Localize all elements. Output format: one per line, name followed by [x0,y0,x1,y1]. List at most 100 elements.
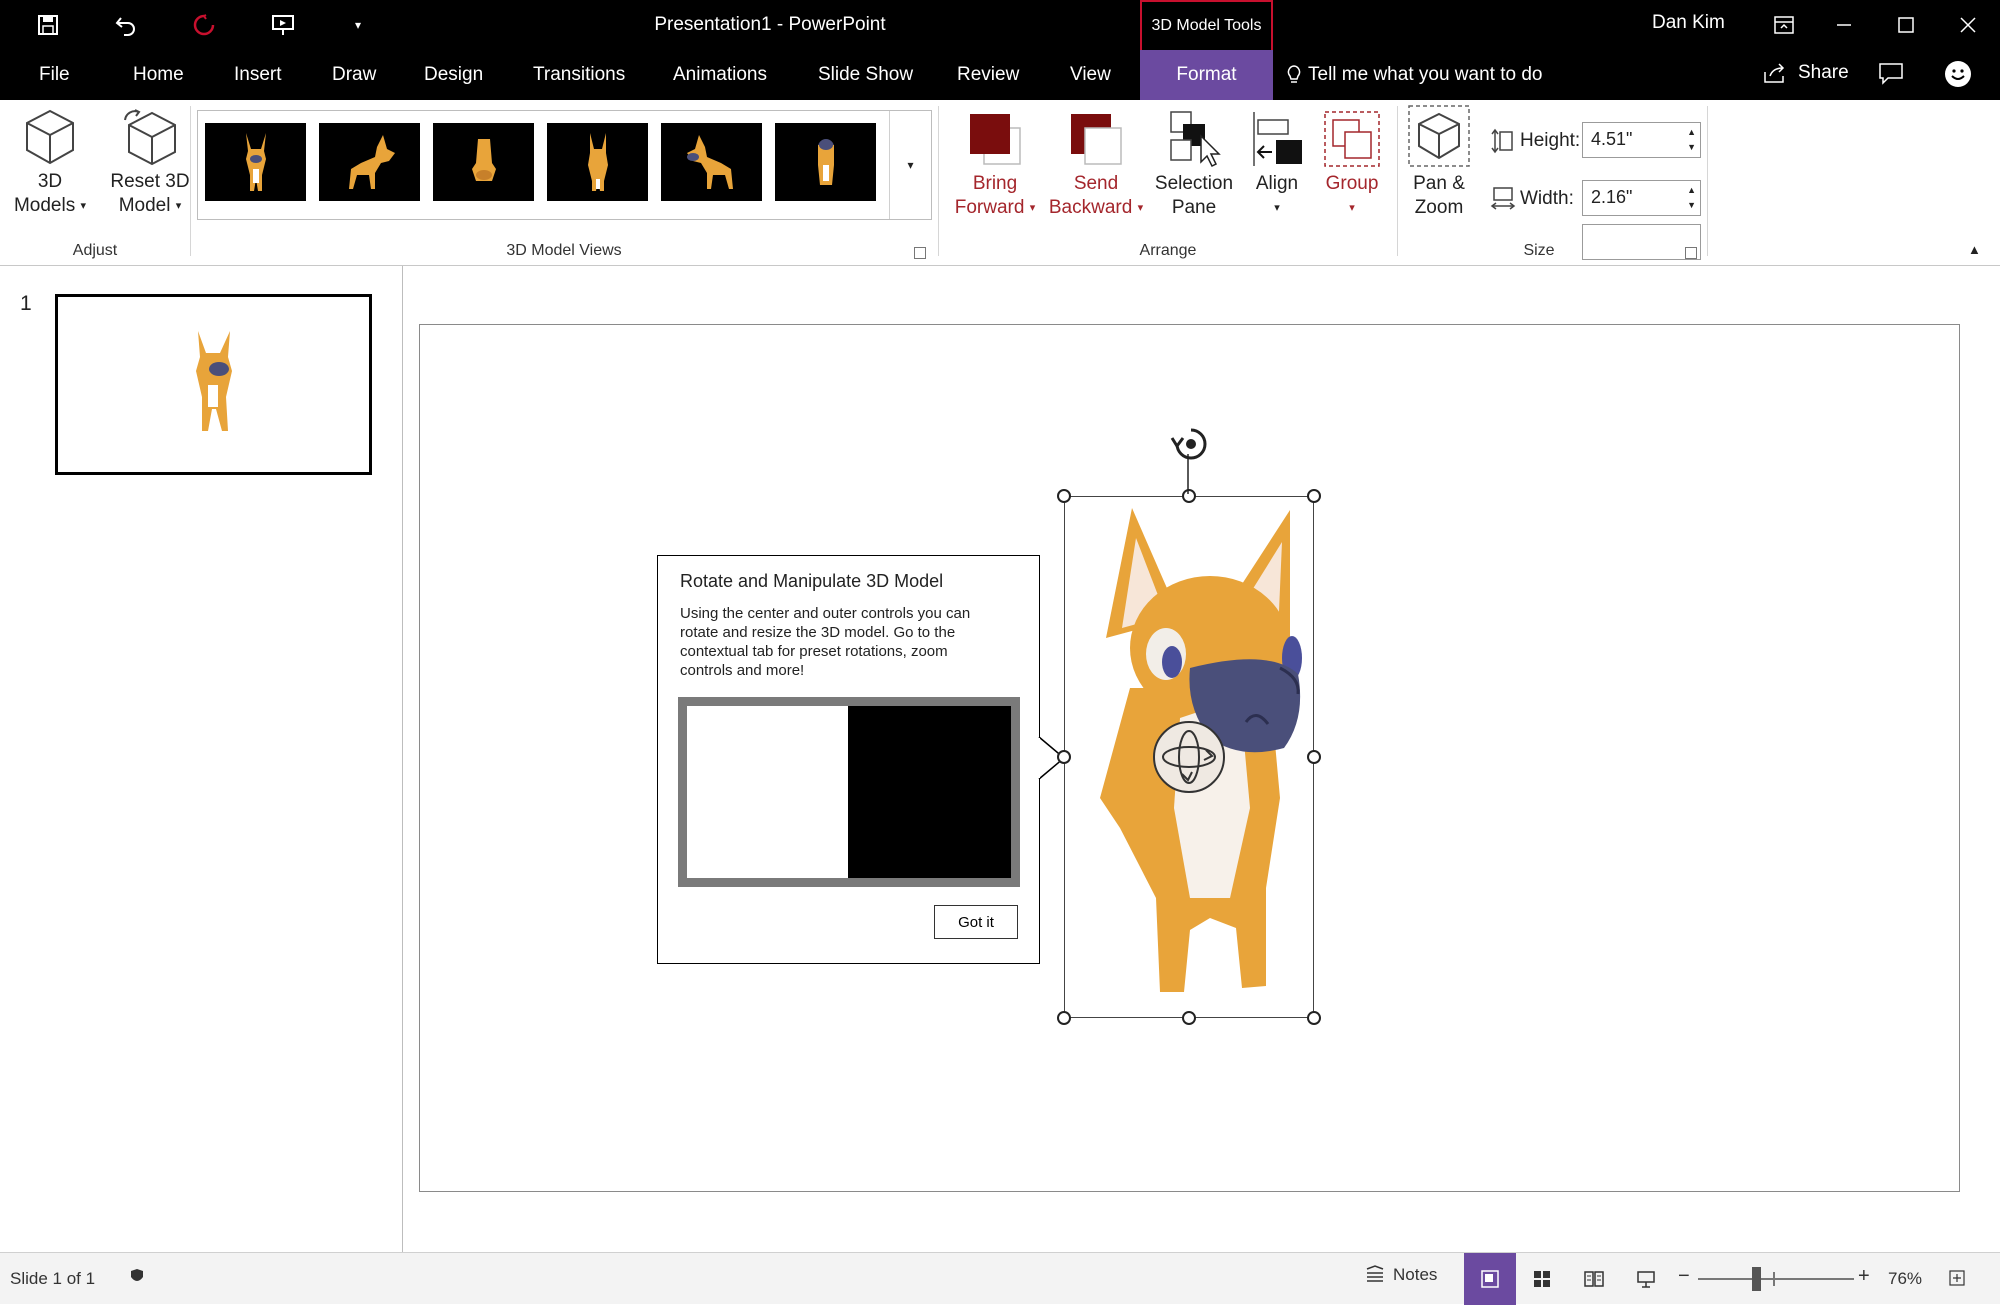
spin-up-icon[interactable]: ▲ [1687,128,1696,137]
got-it-button[interactable]: Got it [934,905,1018,939]
fit-slide-to-window-icon[interactable] [1948,1269,1966,1292]
collapse-ribbon-icon[interactable]: ▲ [1968,242,1981,257]
share-label: Share [1798,62,1849,83]
share-icon [1764,63,1785,83]
share-button[interactable]: Share [1762,62,1849,84]
height-spinner[interactable]: 4.51" ▲ ▼ [1582,122,1701,158]
resize-handle-bottom[interactable] [1182,1011,1196,1025]
shape-width-icon [1490,187,1516,210]
view-thumbnail-front[interactable] [205,123,306,201]
slide-number: 1 [20,292,32,315]
zoom-out-button[interactable]: − [1678,1265,1690,1288]
group-icon [1324,111,1380,167]
height-row: Height: [1490,128,1580,154]
ribbon-separator [190,106,191,256]
maximize-icon[interactable] [1884,6,1928,44]
dialog-launcher-icon[interactable] [1685,247,1697,259]
chevron-down-icon: ▾ [1349,202,1355,214]
3d-models-button[interactable]: 3D Models ▾ [8,108,92,218]
tab-transitions[interactable]: Transitions [533,64,625,86]
bring-forward-icon [970,114,1021,165]
zoom-slider-track[interactable] [1698,1278,1854,1280]
tell-me-search[interactable]: Tell me what you want to do [1286,64,1542,86]
spell-check-icon[interactable] [128,1267,146,1292]
ribbon-separator [1707,106,1708,256]
user-name[interactable]: Dan Kim [1652,12,1725,34]
tab-home[interactable]: Home [133,64,184,86]
view-thumbnail-side-right[interactable] [661,123,762,201]
tab-format[interactable]: Format [1140,50,1273,100]
group-button[interactable]: Group ▾ [1316,110,1388,220]
slide-thumbnail[interactable] [55,294,372,475]
cube-icon [26,109,74,165]
reset-cube-icon [124,109,176,166]
coachmark-animation [678,697,1020,887]
tab-file[interactable]: File [39,64,70,86]
spin-down-icon[interactable]: ▼ [1687,143,1696,152]
resize-handle-top-left[interactable] [1057,489,1071,503]
gallery-more-icon[interactable]: ▾ [889,111,931,219]
close-icon[interactable] [1946,6,1990,44]
ribbon-display-options-icon[interactable] [1762,6,1806,44]
tab-view[interactable]: View [1070,64,1111,86]
dialog-launcher-icon[interactable] [914,247,926,259]
slide-show-button[interactable] [1620,1253,1672,1305]
spin-down-icon[interactable]: ▼ [1687,201,1696,210]
3d-rotate-control-icon[interactable] [1152,720,1226,794]
width-value: 2.16" [1591,187,1633,207]
selection-pane-label-2: Pane [1171,197,1217,218]
feedback-smiley-icon[interactable] [1944,60,1972,93]
tab-animations[interactable]: Animations [673,64,767,86]
resize-handle-top-right[interactable] [1307,489,1321,503]
chevron-down-icon: ▾ [80,200,87,212]
slide-sorter-icon [1534,1271,1550,1287]
ribbon: 3D Models ▾ Reset 3D Model ▾ Adjust ▾ 3D… [0,100,2000,266]
zoom-in-button[interactable]: + [1858,1265,1870,1288]
width-spinner[interactable]: 2.16" ▲ ▼ [1582,180,1701,216]
height-label: Height: [1520,130,1581,151]
tell-me-text: Tell me what you want to do [1308,64,1543,85]
view-thumbnail-side-left[interactable] [319,123,420,201]
send-backward-label-1: Send [1073,173,1119,194]
slide-sorter-button[interactable] [1516,1253,1568,1305]
resize-handle-right[interactable] [1307,750,1321,764]
ribbon-separator [938,106,939,256]
reading-view-button[interactable] [1568,1253,1620,1305]
chevron-down-icon: ▾ [1274,202,1280,214]
width-row: Width: [1490,186,1574,212]
resize-handle-bottom-left[interactable] [1057,1011,1071,1025]
view-thumbnail-back[interactable] [547,123,648,201]
ribbon-separator [1397,106,1398,256]
send-backward-button[interactable]: Send Backward ▾ [1046,110,1146,220]
rotate-handle-icon[interactable] [1168,424,1214,494]
resize-handle-left[interactable] [1057,750,1071,764]
spin-up-icon[interactable]: ▲ [1687,186,1696,195]
contextual-tab-group-label: 3D Model Tools [1140,0,1273,50]
view-thumbnail-top[interactable] [433,123,534,201]
3d-model-views-gallery: ▾ [197,110,932,220]
shape-height-icon [1491,128,1513,154]
comments-icon[interactable] [1878,62,1904,91]
align-button[interactable]: Align ▾ [1240,110,1314,220]
pan-zoom-label-2: Zoom [1414,197,1464,218]
reset-3d-model-button[interactable]: Reset 3D Model ▾ [98,108,202,218]
tab-slide-show[interactable]: Slide Show [818,64,913,86]
resize-handle-bottom-right[interactable] [1307,1011,1321,1025]
slide-counter: Slide 1 of 1 [10,1269,96,1288]
lightbulb-icon [1287,65,1301,83]
minimize-icon[interactable] [1822,6,1866,44]
normal-view-button[interactable] [1464,1253,1516,1305]
animation-frame-left [687,706,848,878]
selection-pane-button[interactable]: Selection Pane [1152,110,1236,220]
tab-insert[interactable]: Insert [234,64,282,86]
zoom-slider-thumb[interactable] [1752,1267,1761,1291]
normal-view-icon [1481,1270,1499,1288]
tab-design[interactable]: Design [424,64,483,86]
tab-draw[interactable]: Draw [332,64,376,86]
pan-and-zoom-button[interactable]: Pan & Zoom [1404,104,1474,220]
tab-review[interactable]: Review [957,64,1019,86]
zoom-level[interactable]: 76% [1888,1269,1922,1289]
bring-forward-button[interactable]: Bring Forward ▾ [950,110,1040,220]
notes-button[interactable]: Notes [1365,1265,1437,1285]
view-thumbnail-above-front[interactable] [775,123,876,201]
